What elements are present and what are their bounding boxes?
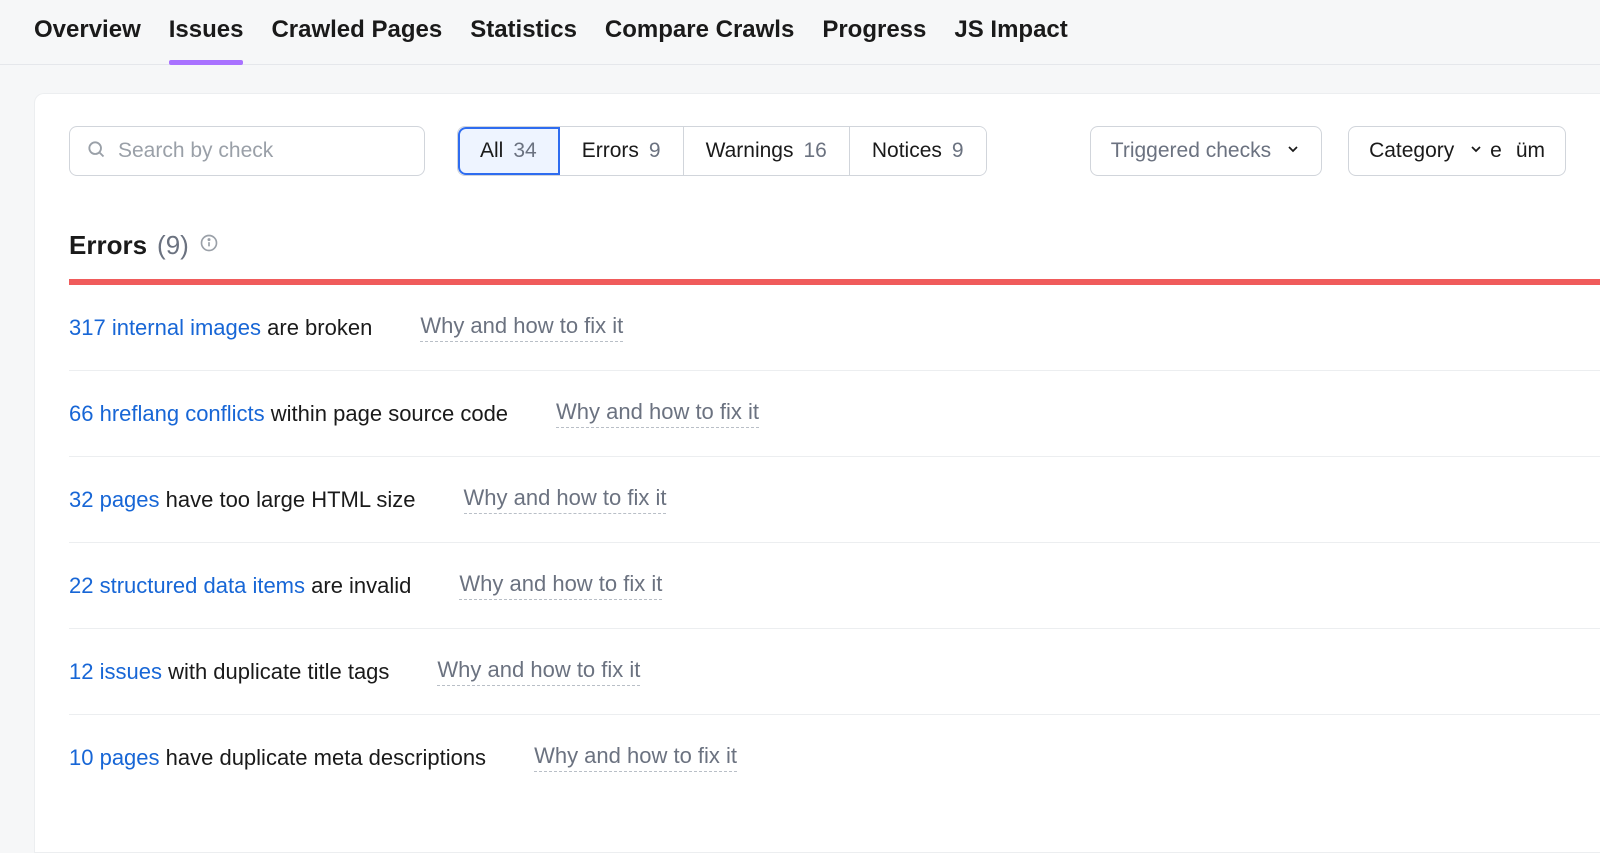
fix-link[interactable]: Why and how to fix it bbox=[459, 571, 662, 600]
filter-notices[interactable]: Notices 9 bbox=[850, 127, 986, 175]
filter-all-label: All bbox=[480, 139, 503, 163]
fix-link[interactable]: Why and how to fix it bbox=[420, 313, 623, 342]
filter-errors-count: 9 bbox=[649, 139, 661, 163]
fix-link[interactable]: Why and how to fix it bbox=[464, 485, 667, 514]
issue-text: 317 internal images are broken bbox=[69, 315, 372, 341]
fix-link[interactable]: Why and how to fix it bbox=[437, 657, 640, 686]
issue-link[interactable]: 22 structured data items bbox=[69, 573, 305, 598]
dropdown-triggered-label: Triggered checks bbox=[1111, 139, 1271, 163]
issue-row: 10 pages have duplicate meta description… bbox=[69, 715, 1600, 800]
tab-statistics[interactable]: Statistics bbox=[470, 16, 577, 64]
section-title: Errors bbox=[69, 230, 147, 261]
filter-all[interactable]: All 34 bbox=[458, 127, 560, 175]
tab-issues[interactable]: Issues bbox=[169, 16, 244, 64]
issue-rest: have duplicate meta descriptions bbox=[160, 745, 487, 770]
issue-row: 32 pages have too large HTML size Why an… bbox=[69, 457, 1600, 543]
top-tabs: Overview Issues Crawled Pages Statistics… bbox=[0, 0, 1600, 65]
section-count: (9) bbox=[157, 230, 189, 261]
filter-segmented: All 34 Errors 9 Warnings 16 Notices 9 bbox=[457, 126, 987, 176]
issue-rest: within page source code bbox=[265, 401, 508, 426]
filter-notices-count: 9 bbox=[952, 139, 964, 163]
issue-text: 66 hreflang conflicts within page source… bbox=[69, 401, 508, 427]
issue-link[interactable]: 12 issues bbox=[69, 659, 162, 684]
filter-errors[interactable]: Errors 9 bbox=[560, 127, 684, 175]
issue-row: 12 issues with duplicate title tags Why … bbox=[69, 629, 1600, 715]
issue-link[interactable]: 10 pages bbox=[69, 745, 160, 770]
chevron-down-icon: e bbox=[1468, 139, 1502, 163]
tab-js-impact[interactable]: JS Impact bbox=[954, 16, 1067, 64]
issue-text: 10 pages have duplicate meta description… bbox=[69, 745, 486, 771]
issue-rest: are broken bbox=[261, 315, 372, 340]
filter-warnings-count: 16 bbox=[803, 139, 826, 163]
dropdown-triggered-checks[interactable]: Triggered checks bbox=[1090, 126, 1322, 176]
filter-all-count: 34 bbox=[513, 139, 536, 163]
search-input[interactable] bbox=[118, 139, 408, 163]
issue-row: 66 hreflang conflicts within page source… bbox=[69, 371, 1600, 457]
issue-rest: have too large HTML size bbox=[160, 487, 416, 512]
tab-crawled-pages[interactable]: Crawled Pages bbox=[271, 16, 442, 64]
issue-text: 22 structured data items are invalid bbox=[69, 573, 411, 599]
search-field[interactable] bbox=[69, 126, 425, 176]
issues-list: 317 internal images are broken Why and h… bbox=[35, 285, 1600, 800]
issue-row: 22 structured data items are invalid Why… bbox=[69, 543, 1600, 629]
issue-rest: with duplicate title tags bbox=[162, 659, 389, 684]
issue-row: 317 internal images are broken Why and h… bbox=[69, 285, 1600, 371]
issue-link[interactable]: 66 hreflang conflicts bbox=[69, 401, 265, 426]
filter-warnings-label: Warnings bbox=[706, 139, 794, 163]
dropdown-category-label: Category bbox=[1369, 139, 1454, 163]
search-icon bbox=[86, 139, 106, 164]
filter-warnings[interactable]: Warnings 16 bbox=[684, 127, 850, 175]
filter-notices-label: Notices bbox=[872, 139, 942, 163]
fix-link[interactable]: Why and how to fix it bbox=[534, 743, 737, 772]
tab-compare-crawls[interactable]: Compare Crawls bbox=[605, 16, 794, 64]
issue-text: 12 issues with duplicate title tags bbox=[69, 659, 389, 685]
issue-link[interactable]: 32 pages bbox=[69, 487, 160, 512]
info-icon[interactable] bbox=[199, 233, 219, 258]
issues-panel: All 34 Errors 9 Warnings 16 Notices 9 Tr… bbox=[34, 93, 1600, 853]
tab-overview[interactable]: Overview bbox=[34, 16, 141, 64]
issue-link[interactable]: 317 internal images bbox=[69, 315, 261, 340]
section-header: Errors (9) bbox=[35, 176, 1600, 279]
issue-text: 32 pages have too large HTML size bbox=[69, 487, 416, 513]
chevron-down-icon bbox=[1285, 139, 1301, 163]
issue-rest: are invalid bbox=[305, 573, 411, 598]
controls-row: All 34 Errors 9 Warnings 16 Notices 9 Tr… bbox=[35, 94, 1600, 176]
dropdown-category[interactable]: Category eüm bbox=[1348, 126, 1566, 176]
tab-progress[interactable]: Progress bbox=[822, 16, 926, 64]
filter-errors-label: Errors bbox=[582, 139, 639, 163]
fix-link[interactable]: Why and how to fix it bbox=[556, 399, 759, 428]
